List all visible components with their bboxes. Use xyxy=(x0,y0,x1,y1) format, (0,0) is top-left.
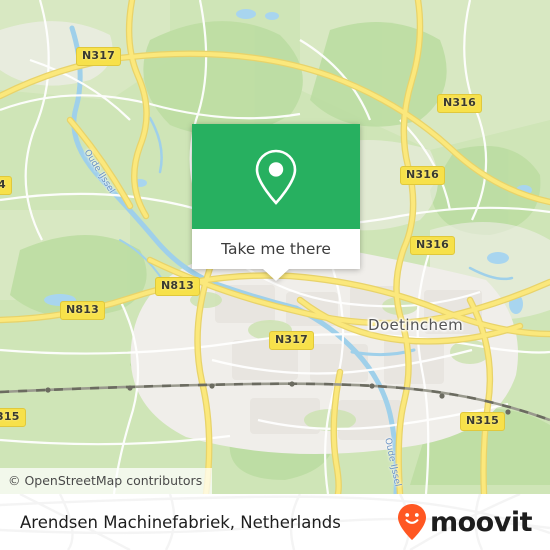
road-shield-n315[interactable]: N315 xyxy=(460,412,505,431)
moovit-brand-logo[interactable]: moovit xyxy=(397,503,533,541)
moovit-smiley-pin-icon xyxy=(398,504,426,540)
road-shield-n316[interactable]: N316 xyxy=(437,94,482,113)
take-me-there-button[interactable]: Take me there xyxy=(192,229,360,269)
map-place-label: Doetinchem xyxy=(368,316,464,334)
location-popup-card[interactable]: Take me there xyxy=(192,124,360,281)
map-pin-icon xyxy=(255,149,297,205)
road-shield-n317[interactable]: N317 xyxy=(76,47,121,66)
brand-name: moovit xyxy=(430,506,533,538)
road-shield-partial-left[interactable]: 4 xyxy=(0,176,12,195)
road-shield-n813[interactable]: N813 xyxy=(60,301,105,320)
popup-pointer-tail xyxy=(263,269,289,281)
road-shield-partial-bottom-left[interactable]: 315 xyxy=(0,408,26,427)
road-shield-n317[interactable]: N317 xyxy=(269,331,314,350)
road-shield-n316[interactable]: N316 xyxy=(410,236,455,255)
moovit-map-screenshot: Doetinchem Oude IJssel Oude IJssel N317 … xyxy=(0,0,550,550)
road-shield-n316[interactable]: N316 xyxy=(400,166,445,185)
popup-image-area xyxy=(192,124,360,229)
map-canvas[interactable]: Doetinchem Oude IJssel Oude IJssel N317 … xyxy=(0,0,550,494)
road-shield-n813[interactable]: N813 xyxy=(155,277,200,296)
openstreetmap-attribution[interactable]: © OpenStreetMap contributors xyxy=(0,468,213,494)
page-title: Arendsen Machinefabriek, Netherlands xyxy=(20,512,341,532)
footer-bar: Arendsen Machinefabriek, Netherlands moo… xyxy=(0,494,550,550)
